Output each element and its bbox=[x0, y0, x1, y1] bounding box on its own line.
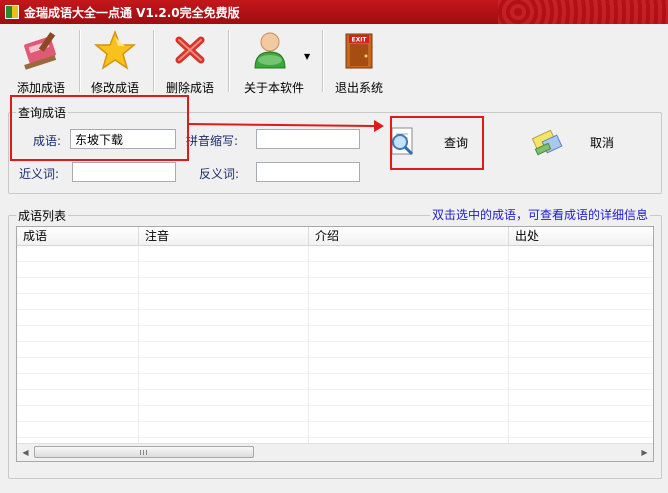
exit-label: 退出系统 bbox=[334, 81, 383, 95]
antonym-label: 反义词: bbox=[199, 167, 240, 181]
column-header-source[interactable]: 出处 bbox=[509, 227, 653, 245]
exit-door-icon: EXIT bbox=[338, 30, 380, 70]
toolbar-separator bbox=[228, 30, 230, 92]
toolbar-separator bbox=[322, 30, 324, 92]
pinyin-label: 拼音缩写: bbox=[186, 134, 239, 148]
delete-idiom-label: 删除成语 bbox=[165, 81, 214, 95]
window-title: 金瑞成语大全一点通 V1.2.0完全免费版 bbox=[24, 6, 240, 20]
add-idiom-button[interactable]: 添加成语 bbox=[8, 26, 74, 95]
list-body[interactable] bbox=[17, 246, 653, 444]
scrollbar-thumb[interactable] bbox=[34, 446, 254, 458]
scroll-left-icon[interactable]: ◀ bbox=[17, 444, 34, 461]
column-header-idiom[interactable]: 成语 bbox=[17, 227, 139, 245]
cancel-button-label: 取消 bbox=[590, 136, 615, 150]
list-header: 成语 注音 介绍 出处 bbox=[17, 227, 653, 246]
toolbar-separator bbox=[153, 30, 155, 92]
eraser-icon bbox=[530, 124, 564, 156]
idiom-list[interactable]: 成语 注音 介绍 出处 ◀ ▶ bbox=[16, 226, 654, 462]
column-divider bbox=[308, 246, 309, 444]
toolbar: 添加成语 修改成语 删除成语 ▼ 关于本软件 EXIT 退出系统 bbox=[0, 24, 668, 96]
highlight-query-box bbox=[10, 95, 189, 161]
list-hint: 双击选中的成语，可查看成语的详细信息 bbox=[430, 206, 651, 223]
horizontal-scrollbar[interactable]: ◀ ▶ bbox=[17, 443, 653, 461]
column-divider bbox=[138, 246, 139, 444]
column-divider bbox=[508, 246, 509, 444]
synonym-input[interactable] bbox=[72, 162, 176, 182]
antonym-input[interactable] bbox=[256, 162, 360, 182]
app-icon bbox=[5, 5, 19, 19]
column-header-phonetic[interactable]: 注音 bbox=[139, 227, 309, 245]
add-idiom-label: 添加成语 bbox=[16, 81, 65, 95]
scroll-right-icon[interactable]: ▶ bbox=[636, 444, 653, 461]
edit-idiom-label: 修改成语 bbox=[90, 81, 139, 95]
toolbar-separator bbox=[79, 30, 81, 92]
delete-idiom-button[interactable]: 删除成语 bbox=[157, 26, 223, 95]
title-bar: 金瑞成语大全一点通 V1.2.0完全免费版 bbox=[0, 0, 668, 24]
delete-x-icon bbox=[169, 30, 211, 70]
title-ornament bbox=[498, 0, 668, 24]
annotation-arrow bbox=[188, 120, 384, 132]
chevron-down-icon[interactable]: ▼ bbox=[304, 52, 310, 61]
about-button[interactable]: ▼ 关于本软件 bbox=[234, 26, 314, 95]
edit-idiom-button[interactable]: 修改成语 bbox=[82, 26, 148, 95]
add-brush-icon bbox=[20, 30, 62, 70]
star-edit-icon bbox=[93, 29, 137, 70]
column-header-intro[interactable]: 介绍 bbox=[309, 227, 509, 245]
list-group-title: 成语列表 bbox=[16, 207, 69, 224]
synonym-label: 近义词: bbox=[19, 167, 60, 181]
cancel-button[interactable]: 取消 bbox=[530, 122, 620, 162]
svg-text:EXIT: EXIT bbox=[351, 37, 367, 44]
exit-button[interactable]: EXIT 退出系统 bbox=[326, 26, 392, 95]
user-info-icon bbox=[249, 30, 291, 70]
highlight-search-box bbox=[390, 116, 484, 170]
about-label: 关于本软件 bbox=[243, 81, 304, 95]
